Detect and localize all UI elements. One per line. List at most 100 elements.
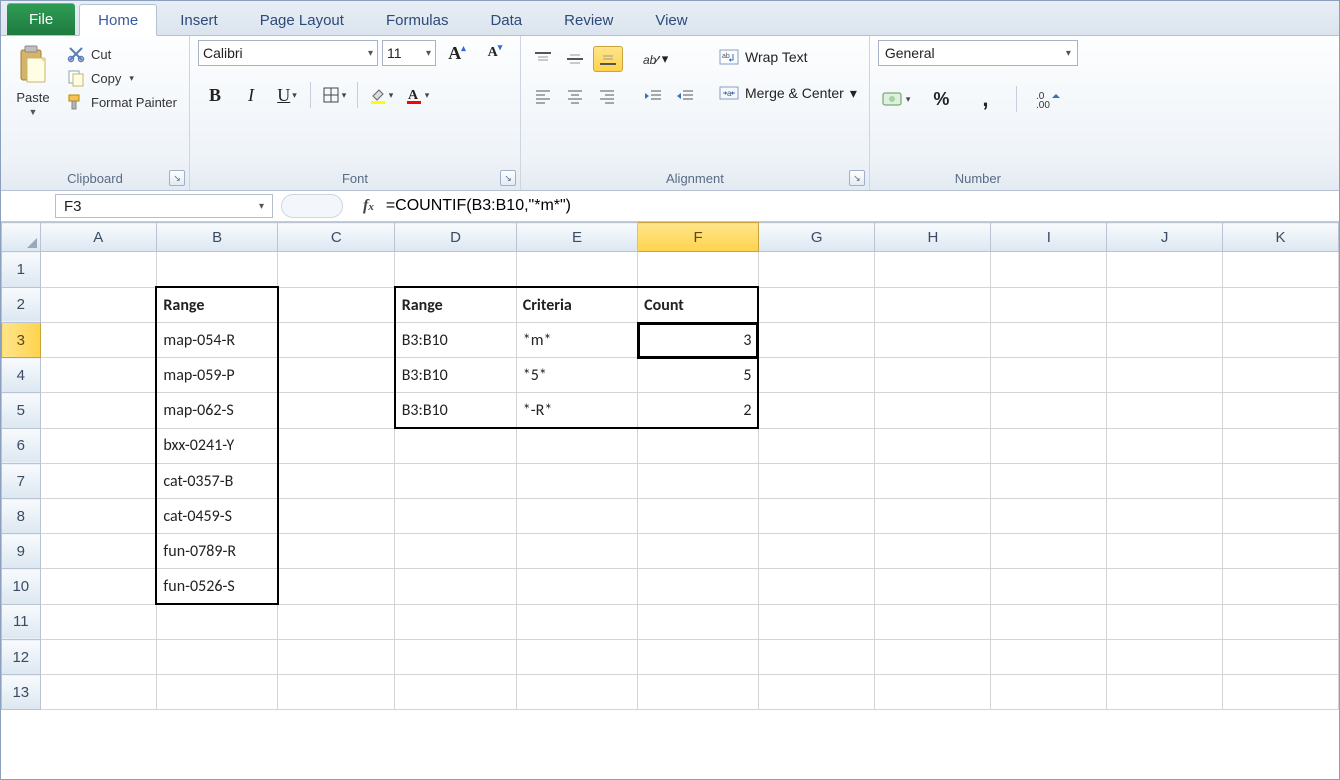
format-painter-button[interactable]: Format Painter xyxy=(63,92,181,112)
cell[interactable] xyxy=(516,428,637,464)
row-header[interactable]: 11 xyxy=(2,604,41,640)
cell[interactable]: fun-0526-S xyxy=(156,569,277,605)
cell[interactable] xyxy=(40,358,156,393)
cell[interactable] xyxy=(40,428,156,464)
cell[interactable] xyxy=(40,252,156,288)
worksheet-grid[interactable]: ABCDEFGHIJK12RangeRangeCriteriaCount3map… xyxy=(1,222,1339,780)
cell[interactable] xyxy=(1223,569,1339,605)
cell[interactable] xyxy=(875,499,991,534)
increase-indent-button[interactable] xyxy=(671,84,699,108)
fx-icon[interactable]: fx xyxy=(363,197,374,215)
cell[interactable] xyxy=(1107,534,1223,569)
cell[interactable] xyxy=(516,569,637,605)
percent-format-button[interactable]: % xyxy=(924,86,958,112)
cell[interactable] xyxy=(991,358,1107,393)
cell[interactable] xyxy=(1223,604,1339,640)
cell[interactable] xyxy=(638,534,759,569)
cell[interactable]: cat-0459-S xyxy=(156,499,277,534)
cell[interactable] xyxy=(516,604,637,640)
tab-view[interactable]: View xyxy=(636,4,706,35)
cell[interactable] xyxy=(40,393,156,429)
cell[interactable] xyxy=(1107,640,1223,675)
cell[interactable] xyxy=(758,499,874,534)
cell[interactable] xyxy=(395,464,517,499)
font-family-combo[interactable]: Calibri ▾ xyxy=(198,40,378,66)
cell[interactable] xyxy=(758,428,874,464)
cell[interactable] xyxy=(638,675,759,710)
cell[interactable] xyxy=(991,287,1107,323)
cell[interactable] xyxy=(516,640,637,675)
cell[interactable] xyxy=(991,534,1107,569)
bold-button[interactable]: B xyxy=(198,82,232,108)
cell[interactable] xyxy=(758,569,874,605)
align-left-button[interactable] xyxy=(529,84,557,108)
align-right-button[interactable] xyxy=(593,84,621,108)
cell[interactable]: 2 xyxy=(638,393,759,429)
cell[interactable] xyxy=(278,393,395,429)
cell[interactable] xyxy=(1223,675,1339,710)
cell[interactable] xyxy=(156,604,277,640)
cell[interactable] xyxy=(758,358,874,393)
cell[interactable] xyxy=(875,252,991,288)
cell[interactable] xyxy=(991,640,1107,675)
alignment-dialog-launcher[interactable]: ↘ xyxy=(849,170,865,186)
cell[interactable] xyxy=(40,675,156,710)
cell[interactable] xyxy=(278,287,395,323)
cell[interactable] xyxy=(991,604,1107,640)
cell[interactable] xyxy=(758,640,874,675)
cell[interactable] xyxy=(991,499,1107,534)
cell[interactable] xyxy=(758,604,874,640)
accounting-format-button[interactable]: ▾ xyxy=(878,86,915,112)
cell[interactable] xyxy=(1107,428,1223,464)
font-size-combo[interactable]: 11 ▾ xyxy=(382,40,436,66)
cell[interactable] xyxy=(1223,287,1339,323)
column-header[interactable]: F xyxy=(638,223,759,252)
cell[interactable] xyxy=(1107,358,1223,393)
cell[interactable] xyxy=(278,640,395,675)
cell[interactable] xyxy=(638,640,759,675)
cell[interactable] xyxy=(395,499,517,534)
tab-file[interactable]: File xyxy=(7,3,75,35)
cell[interactable] xyxy=(875,287,991,323)
column-header[interactable]: I xyxy=(991,223,1107,252)
cell[interactable] xyxy=(395,569,517,605)
cell[interactable] xyxy=(40,323,156,358)
decrease-indent-button[interactable] xyxy=(639,84,667,108)
cell[interactable] xyxy=(638,499,759,534)
cell[interactable]: *-R* xyxy=(516,393,637,429)
cell[interactable] xyxy=(40,604,156,640)
cell[interactable] xyxy=(758,393,874,429)
cell[interactable] xyxy=(40,534,156,569)
cell[interactable] xyxy=(758,675,874,710)
cell[interactable] xyxy=(516,534,637,569)
borders-button[interactable]: ▾ xyxy=(317,82,351,108)
column-header[interactable]: H xyxy=(875,223,991,252)
cell[interactable] xyxy=(1223,393,1339,429)
tab-data[interactable]: Data xyxy=(471,4,541,35)
cell[interactable] xyxy=(516,464,637,499)
cell[interactable] xyxy=(395,675,517,710)
cell[interactable] xyxy=(278,569,395,605)
cell[interactable] xyxy=(875,675,991,710)
cell[interactable] xyxy=(1223,323,1339,358)
cell[interactable] xyxy=(156,675,277,710)
clipboard-dialog-launcher[interactable]: ↘ xyxy=(169,170,185,186)
cell[interactable] xyxy=(156,640,277,675)
cell[interactable] xyxy=(991,569,1107,605)
cell[interactable] xyxy=(395,428,517,464)
align-bottom-button[interactable] xyxy=(593,46,623,72)
formula-input[interactable] xyxy=(384,196,1339,216)
cell[interactable]: 3 xyxy=(638,323,759,358)
cell[interactable] xyxy=(1223,499,1339,534)
cell[interactable] xyxy=(40,640,156,675)
cell[interactable]: cat-0357-B xyxy=(156,464,277,499)
row-header[interactable]: 1 xyxy=(2,252,41,288)
cell[interactable] xyxy=(516,499,637,534)
cell[interactable] xyxy=(1223,464,1339,499)
cell[interactable] xyxy=(991,428,1107,464)
shrink-font-button[interactable]: A▾ xyxy=(478,40,512,66)
cell[interactable] xyxy=(516,675,637,710)
cell[interactable] xyxy=(1107,604,1223,640)
cell[interactable] xyxy=(1107,393,1223,429)
cell[interactable] xyxy=(638,252,759,288)
